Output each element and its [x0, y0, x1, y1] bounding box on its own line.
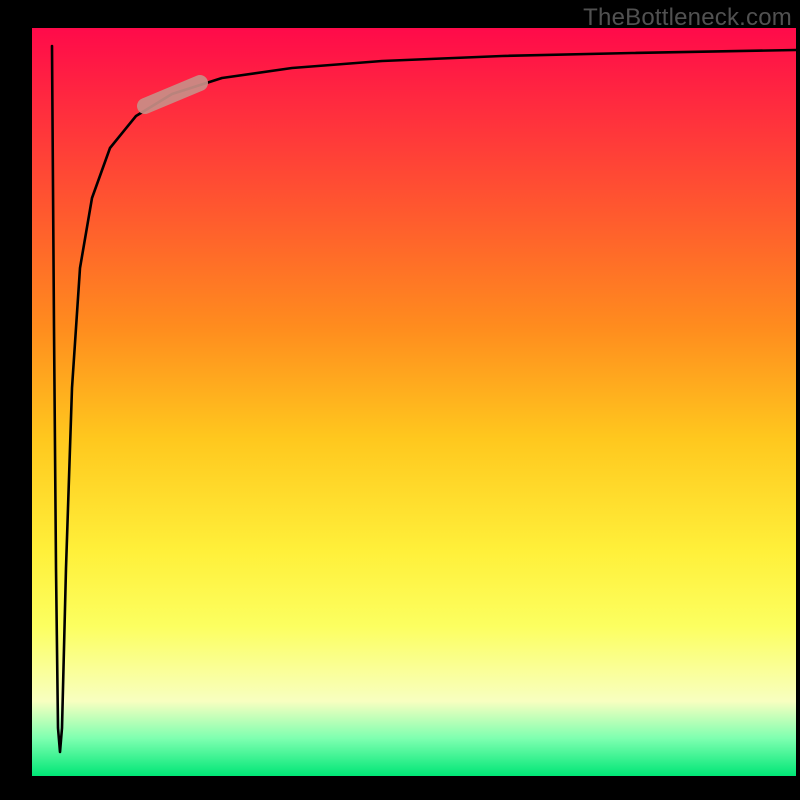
curve-path: [52, 46, 796, 752]
watermark-text: TheBottleneck.com: [583, 4, 792, 32]
chart-svg: [32, 28, 796, 776]
chart-frame: TheBottleneck.com: [0, 0, 800, 800]
highlight-segment: [145, 83, 200, 106]
plot-area: [32, 28, 796, 776]
